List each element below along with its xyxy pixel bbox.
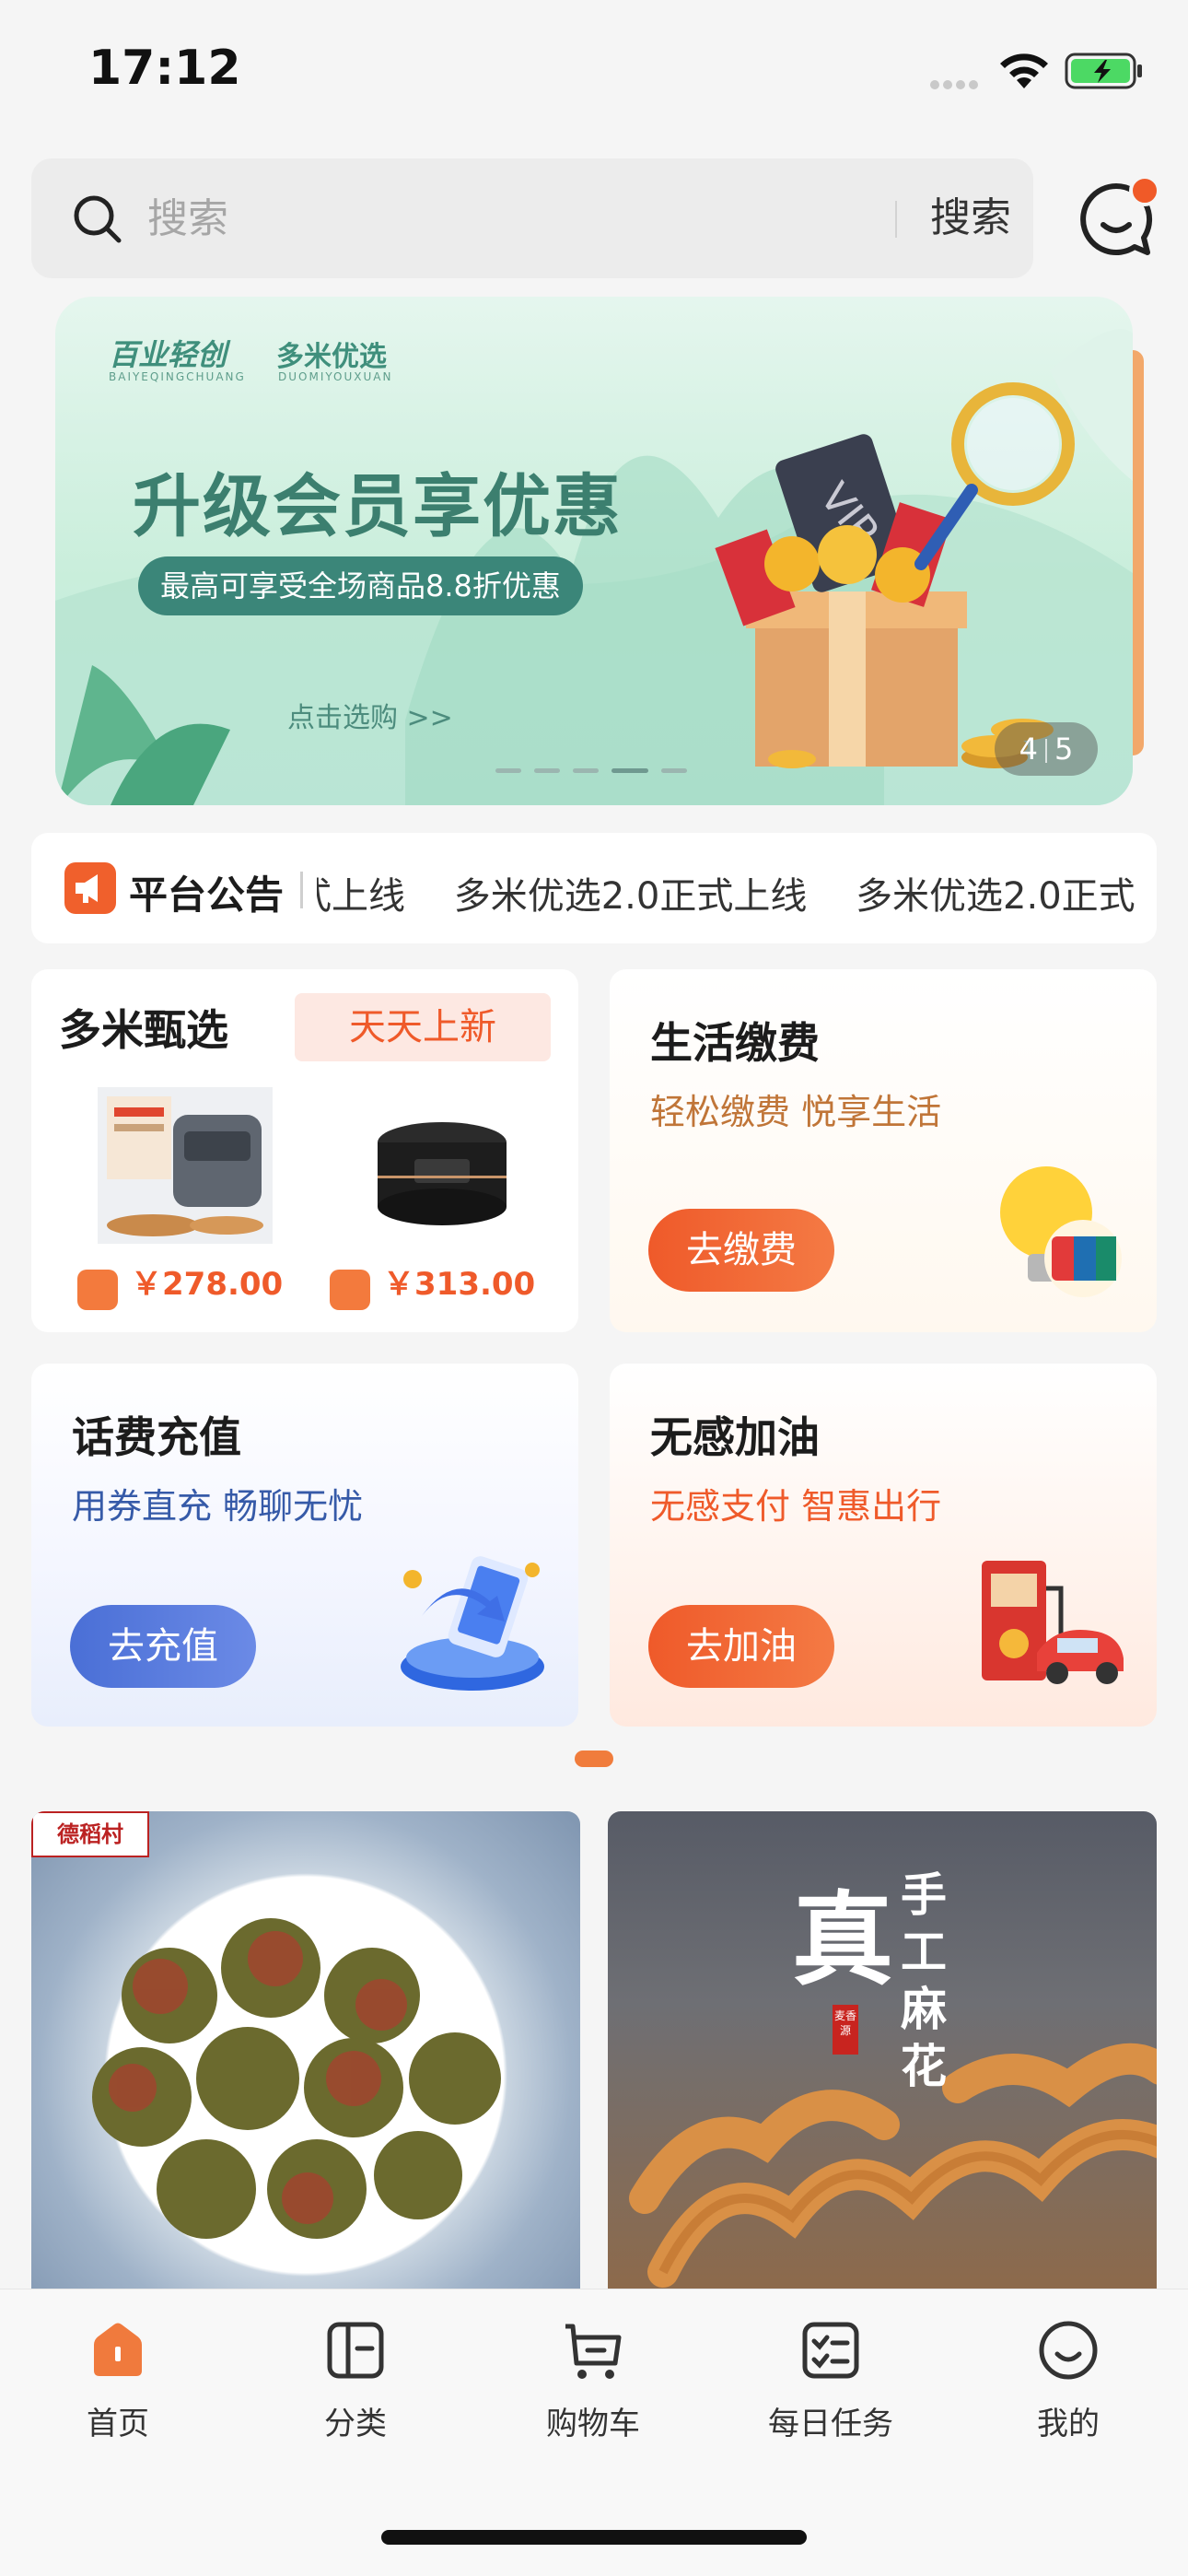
search-divider	[895, 201, 897, 238]
recharge-button[interactable]: 去充值	[70, 1605, 256, 1688]
bills-subtitle: 轻松缴费 悦享生活	[650, 1092, 942, 1132]
tab-profile[interactable]: 我的	[995, 2317, 1142, 2455]
product-headline-char: 真	[792, 1880, 893, 1999]
cart-icon	[565, 2324, 622, 2379]
phone-recharge-icon	[401, 1556, 544, 1691]
daily-new-tag: 天天上新	[295, 993, 551, 1061]
banner-shop-link[interactable]: 点击选购 >>	[287, 695, 453, 735]
notice-item[interactable]: 多米优选2.0正式	[856, 875, 1136, 918]
product-item[interactable]: ￥278.00	[72, 1087, 320, 1317]
selection-card[interactable]: 多米甄选 天天上新 ￥278.00 ￥313.00	[31, 969, 578, 1332]
lightbulb-card-icon	[1000, 1166, 1122, 1297]
product-name: 手工麻花	[901, 1868, 947, 2093]
tab-label: 每日任务	[768, 2406, 893, 2442]
gas-station-icon	[982, 1561, 1124, 1684]
message-button[interactable]	[1077, 175, 1160, 258]
recharge-title: 话费充值	[72, 1412, 241, 1462]
tab-home[interactable]: 首页	[44, 2317, 192, 2455]
food-image	[92, 1918, 501, 2239]
banner-page-indicator	[495, 759, 700, 777]
profile-icon	[1039, 2321, 1098, 2380]
banner-page-counter: 45	[995, 722, 1098, 776]
brand-logo-right-sub: DUOMIYOUXUAN	[278, 370, 393, 383]
rice-cooker-image	[350, 1087, 525, 1244]
tab-daily-tasks[interactable]: 每日任务	[757, 2317, 904, 2455]
platform-notice[interactable]: 平台公告 式上线 多米优选2.0正式上线 多米优选2.0正式	[31, 833, 1157, 943]
cards-page-indicator	[575, 1751, 613, 1767]
battery-icon	[1065, 53, 1142, 89]
search-bar: 搜索	[31, 158, 1033, 278]
bills-title: 生活缴费	[650, 1018, 820, 1068]
refuel-button[interactable]: 去加油	[648, 1605, 834, 1688]
search-button[interactable]: 搜索	[906, 186, 1035, 251]
home-indicator	[381, 2530, 807, 2545]
brand-logo-right: 多米优选	[276, 341, 387, 373]
selection-title: 多米甄选	[59, 1005, 228, 1055]
coupon-icon	[77, 1270, 118, 1310]
promo-banner[interactable]: 百业轻创 BAIYEQINGCHUANG 多米优选 DUOMIYOUXUAN 升…	[55, 297, 1133, 805]
fuel-card[interactable]: 无感加油 无感支付 智惠出行 去加油	[610, 1364, 1157, 1727]
brand-logo-left-sub: BAIYEQINGCHUANG	[109, 370, 246, 383]
signal-icon	[930, 76, 985, 89]
status-bar: 17:12	[0, 0, 1188, 138]
notice-divider	[300, 872, 303, 908]
next-banner-peek	[1133, 350, 1144, 755]
megaphone-icon	[64, 862, 116, 914]
status-time: 17:12	[88, 41, 241, 96]
tab-label: 分类	[324, 2406, 387, 2442]
notice-item[interactable]: 多米优选2.0正式上线	[454, 875, 808, 918]
product-price: ￥278.00	[131, 1266, 284, 1303]
search-icon	[74, 195, 122, 243]
life-bills-card[interactable]: 生活缴费 轻松缴费 悦享生活 去缴费	[610, 969, 1157, 1332]
tab-label: 首页	[87, 2406, 149, 2442]
product-tile[interactable]: 德稻村	[31, 1811, 580, 2290]
phone-recharge-card[interactable]: 话费充值 用券直充 畅聊无忧 去充值	[31, 1364, 578, 1727]
product-item[interactable]: ￥313.00	[324, 1087, 573, 1317]
notice-item[interactable]: 式上线	[317, 875, 405, 918]
fuel-subtitle: 无感支付 智惠出行	[650, 1486, 942, 1527]
notification-badge	[1129, 175, 1160, 206]
brand-seal: 麦香源	[833, 2005, 858, 2055]
tab-category[interactable]: 分类	[282, 2317, 429, 2455]
wifi-icon	[1000, 53, 1048, 88]
fuel-title: 无感加油	[650, 1412, 820, 1462]
brand-logo-left: 百业轻创	[109, 337, 227, 372]
pay-bills-button[interactable]: 去缴费	[648, 1209, 834, 1292]
tab-cart[interactable]: 购物车	[519, 2317, 667, 2455]
search-input[interactable]	[147, 190, 866, 247]
task-icon	[802, 2322, 859, 2379]
product-price: ￥313.00	[383, 1266, 536, 1303]
tab-label: 我的	[1037, 2406, 1100, 2442]
notice-marquee: 式上线 多米优选2.0正式上线 多米优选2.0正式	[317, 833, 1146, 943]
banner-headline: 升级会员享优惠	[133, 467, 623, 546]
tab-label: 购物车	[546, 2406, 640, 2442]
air-fryer-image	[98, 1087, 273, 1244]
recharge-subtitle: 用券直充 畅聊无忧	[72, 1486, 364, 1527]
home-icon	[94, 2323, 142, 2376]
category-icon	[327, 2322, 384, 2379]
coupon-icon	[330, 1270, 370, 1310]
product-tile[interactable]: 真 手工麻花 麦香源	[608, 1811, 1157, 2290]
banner-offer-pill: 最高可享受全场商品8.8折优惠	[138, 556, 583, 615]
notice-title: 平台公告	[129, 872, 285, 918]
